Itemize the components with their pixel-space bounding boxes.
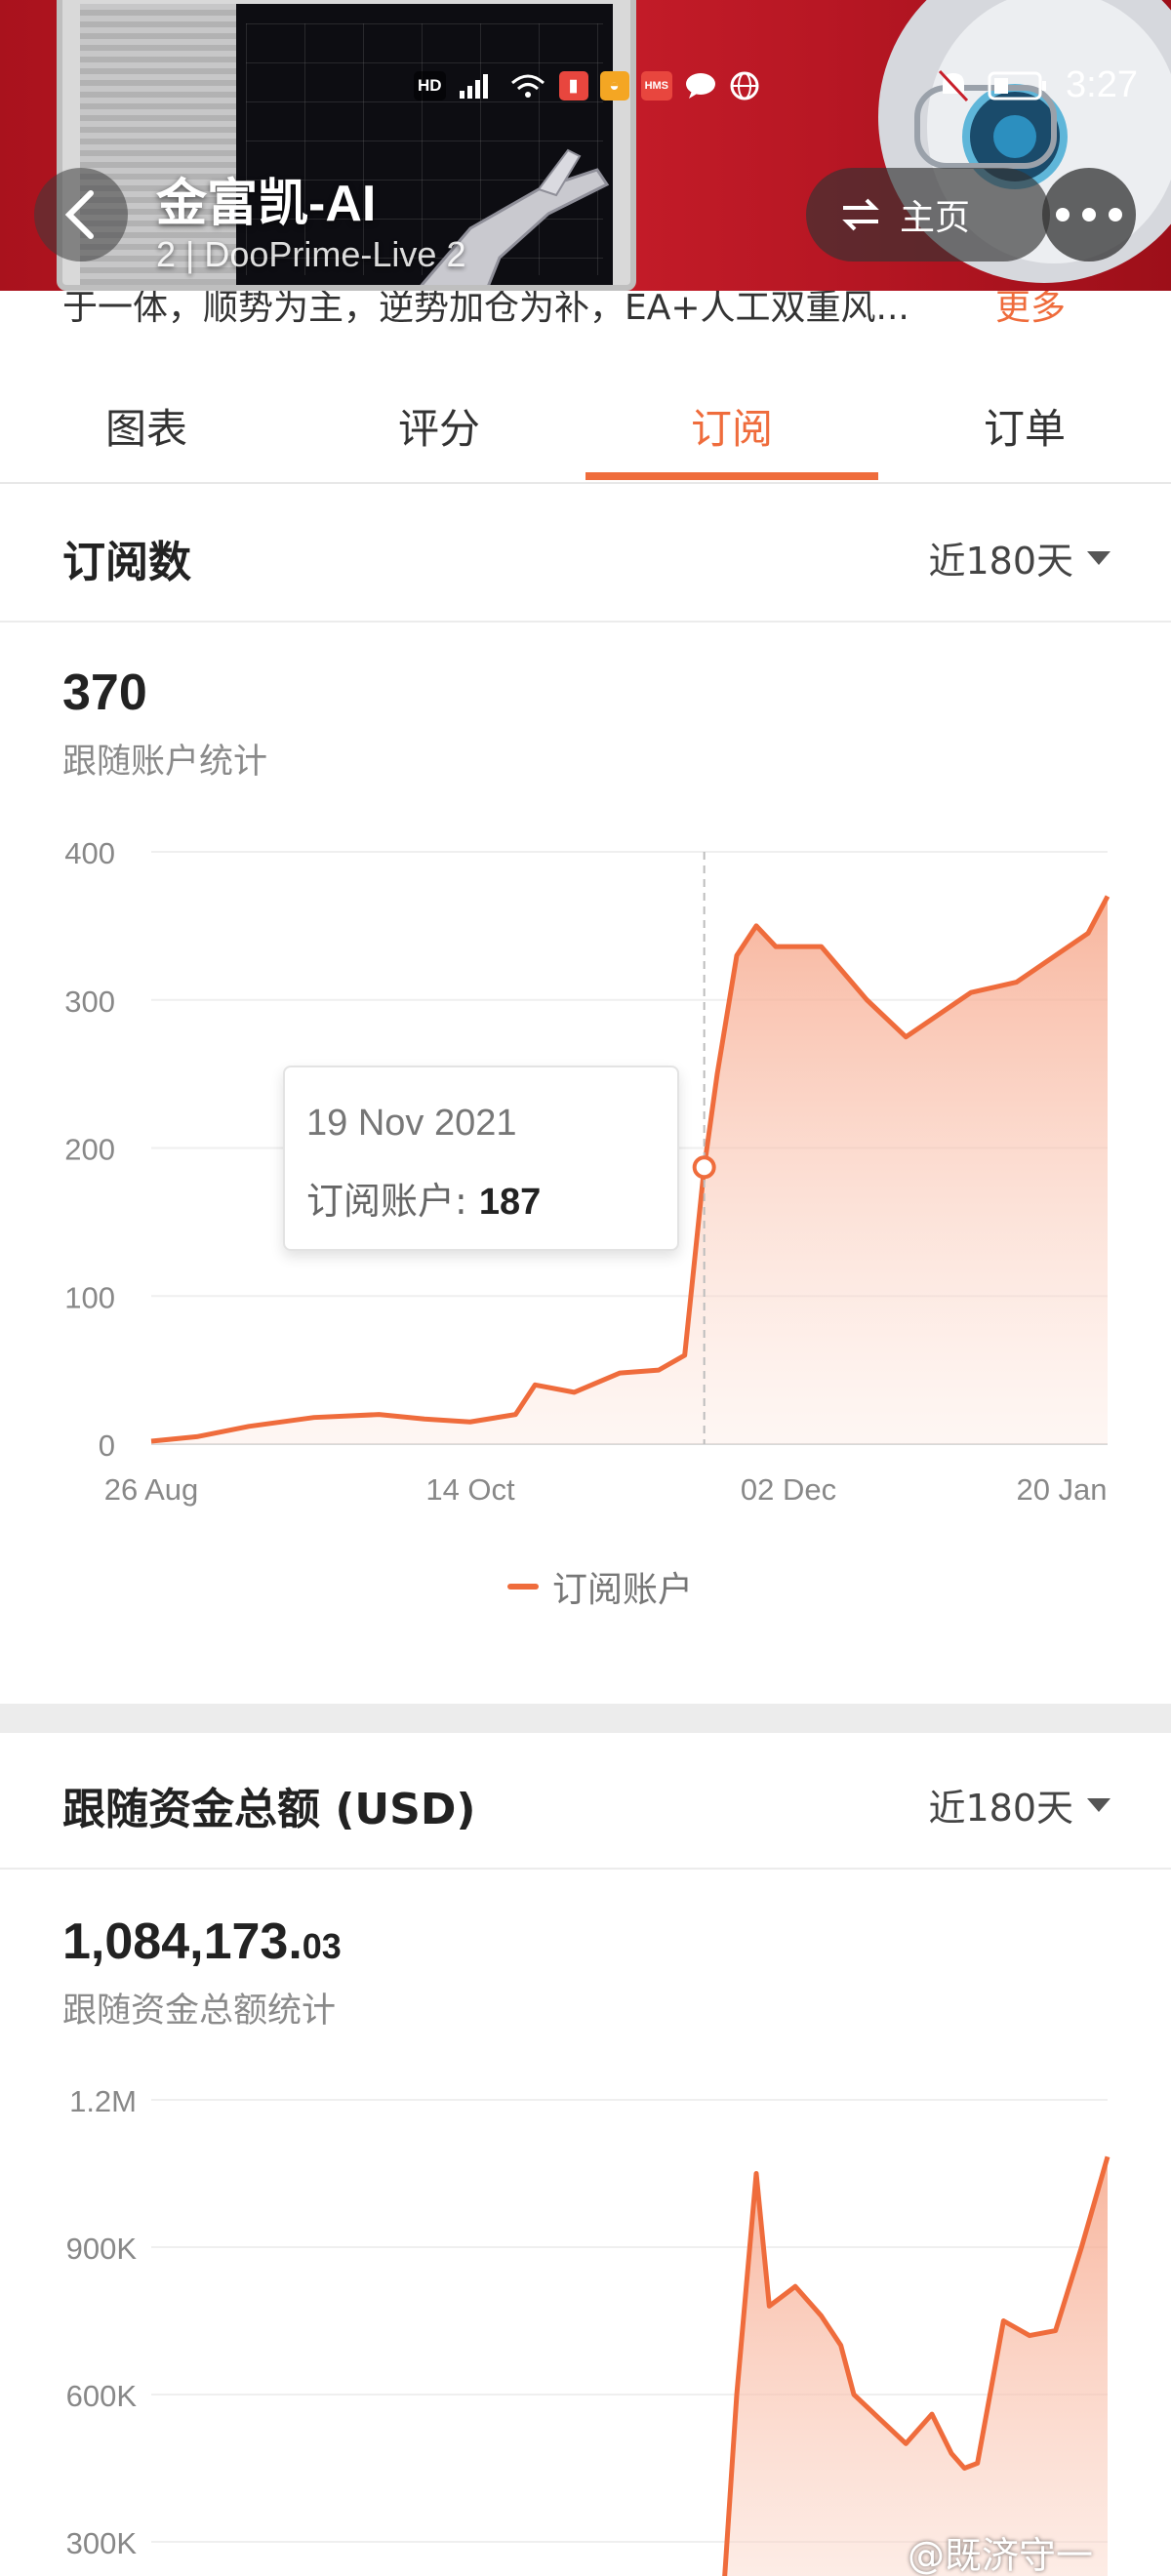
y-tick-label: 600K <box>66 2379 138 2413</box>
series-area <box>717 2156 1108 2576</box>
home-button[interactable]: 主页 <box>806 168 1050 262</box>
funds-total-decimal: 03 <box>302 1926 342 1966</box>
y-tick-label: 900K <box>66 2232 138 2266</box>
tab-rating[interactable]: 评分 <box>293 369 586 484</box>
y-tick-label: 300 <box>64 985 115 1019</box>
back-button[interactable] <box>34 168 128 262</box>
watermark: @既济守一 <box>908 2534 1094 2576</box>
subscriptions-range-label: 近180天 <box>928 540 1073 583</box>
tab-orders[interactable]: 订单 <box>878 369 1171 484</box>
funds-total: 1,084,173.03 <box>62 1912 342 1971</box>
subscriptions-range-select[interactable]: 近180天 <box>928 531 1110 584</box>
y-tick-label: 400 <box>64 836 115 870</box>
description-more-link[interactable]: 更多 <box>995 291 1066 330</box>
y-tick-label: 1.2M <box>69 2084 137 2118</box>
strategy-subtitle: 2 | DooPrime-Live 2 <box>156 234 466 274</box>
wifi-icon <box>510 74 545 98</box>
header-banner: HD ▮ ◒ HMS 3:27 金富凯-AI 2 | DooPrime-Live… <box>0 0 1171 291</box>
y-tick-label: 0 <box>99 1429 115 1463</box>
subscriptions-total-label: 跟随账户统计 <box>62 743 268 782</box>
more-button[interactable] <box>1042 168 1136 262</box>
y-tick-label: 300K <box>66 2526 138 2560</box>
tooltip-row: 订阅账户: 187 <box>306 1171 541 1225</box>
chevron-left-icon <box>64 190 94 239</box>
funds-chart: 1.2M 900K 600K 300K <box>66 2084 1110 2576</box>
home-button-label: 主页 <box>900 198 971 238</box>
legend-swatch <box>507 1584 539 1590</box>
description-text: 于一体，顺势为主，逆势加仓为补，EA+人工双重风... <box>62 291 909 328</box>
y-tick-label: 100 <box>64 1280 115 1314</box>
strategy-description: 于一体，顺势为主，逆势加仓为补，EA+人工双重风... 更多 <box>0 291 1171 330</box>
tooltip-value: 187 <box>478 1182 542 1223</box>
section-divider <box>0 1704 1171 1733</box>
subscriptions-section-header: 订阅数 近180天 <box>0 486 1171 623</box>
subscriptions-title: 订阅数 <box>62 538 191 587</box>
chart-tooltip: 19 Nov 2021 订阅账户: 187 <box>283 1066 679 1251</box>
tab-subscribe[interactable]: 订阅 <box>586 369 878 484</box>
dropdown-arrow-icon <box>1087 1797 1110 1812</box>
book-app-icon: ▮ <box>558 71 588 101</box>
tooltip-date: 19 Nov 2021 <box>306 1103 517 1144</box>
chart-legend[interactable]: 订阅账户 <box>507 1561 693 1612</box>
active-tab-indicator <box>586 472 878 480</box>
more-dots-icon <box>1056 208 1122 221</box>
highlight-point <box>692 1155 716 1180</box>
legend-label: 订阅账户 <box>552 1570 694 1610</box>
status-time: 3:27 <box>1066 64 1138 105</box>
hd-indicator: HD <box>414 71 446 101</box>
battery-icon <box>988 71 1047 100</box>
dropdown-arrow-icon <box>1087 550 1110 565</box>
funds-title: 跟随资金总额 (USD) <box>62 1785 476 1834</box>
strategy-title: 金富凯-AI <box>156 176 377 232</box>
message-icon <box>686 73 716 99</box>
funds-range-select[interactable]: 近180天 <box>928 1778 1110 1831</box>
x-tick-label: 26 Aug <box>104 1472 199 1507</box>
mute-bell-icon <box>938 69 969 101</box>
status-bar-right: 3:27 <box>937 64 1138 106</box>
status-bar-indicators: HD ▮ ◒ HMS <box>414 70 760 101</box>
tooltip-label: 订阅账户: <box>306 1180 479 1223</box>
globe-icon <box>730 71 759 101</box>
y-tick-label: 200 <box>64 1133 115 1167</box>
subscriptions-total: 370 <box>62 664 147 721</box>
tab-bar: 图表 评分 订阅 订单 <box>0 369 1171 484</box>
x-tick-label: 20 Jan <box>1016 1472 1107 1507</box>
notes-app-icon: ◒ <box>599 71 629 101</box>
signal-icon <box>459 74 488 99</box>
hms-indicator: HMS <box>640 71 673 101</box>
x-tick-label: 02 Dec <box>741 1472 836 1507</box>
funds-section-header: 跟随资金总额 (USD) 近180天 <box>0 1733 1171 1870</box>
tab-chart[interactable]: 图表 <box>0 369 293 484</box>
swap-icon <box>842 198 879 231</box>
x-tick-label: 14 Oct <box>425 1472 515 1507</box>
funds-total-label: 跟随资金总额统计 <box>62 1992 337 2031</box>
funds-total-int: 1,084,173. <box>62 1913 303 1970</box>
funds-range-label: 近180天 <box>928 1787 1073 1830</box>
